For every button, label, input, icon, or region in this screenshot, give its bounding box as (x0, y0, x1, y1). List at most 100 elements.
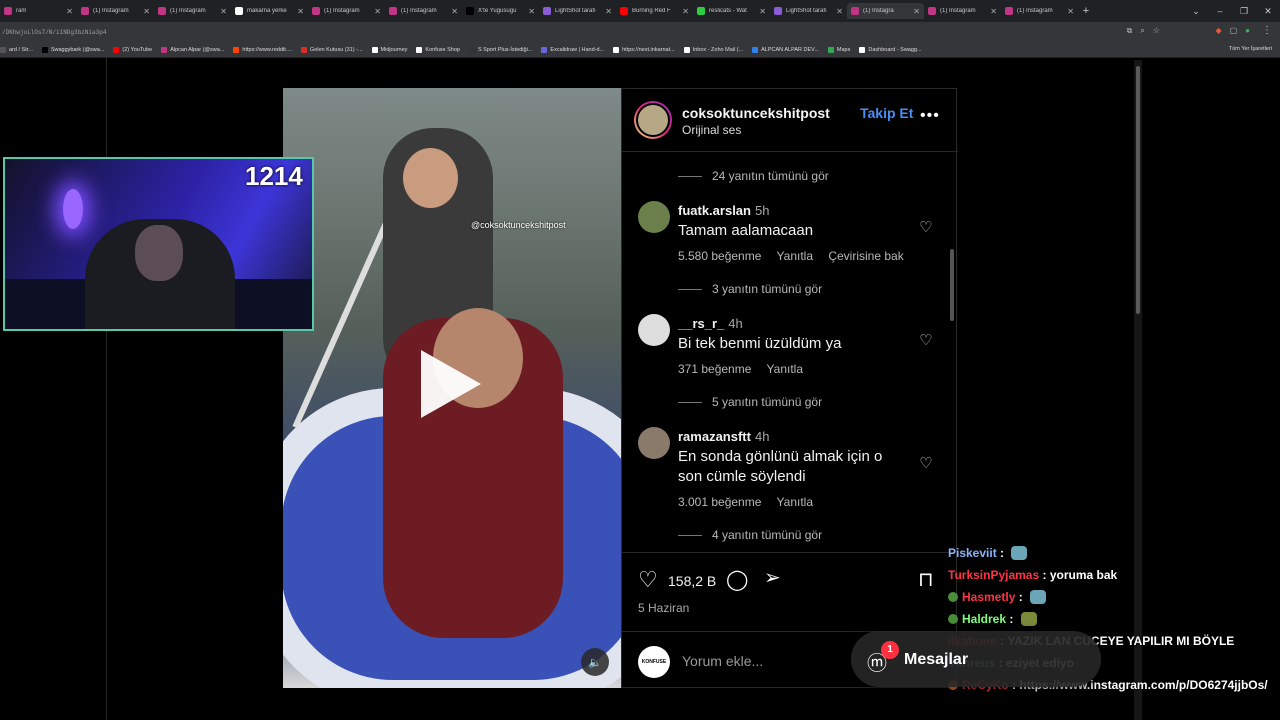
tab-close-icon[interactable]: ✕ (451, 7, 458, 16)
chat-username[interactable]: Hasmetly (962, 590, 1015, 604)
bookmark-item[interactable]: Swaggybark (@swa... (41, 46, 104, 53)
tab-close-icon[interactable]: ✕ (66, 7, 73, 16)
mute-button[interactable]: 🔈 (581, 648, 609, 676)
bookmark-item[interactable]: S Sport Plus-İstediği... (468, 46, 532, 53)
reply-button[interactable]: Yanıtla (777, 249, 813, 263)
view-replies[interactable]: 3 yanıtın tümünü gör (678, 282, 822, 296)
bookmark-item[interactable]: Midjourney (371, 46, 407, 53)
url-field[interactable]: /DKhwjoLlOs7/N/i1NDg3bzNia3p4 (0, 29, 300, 36)
bookmark-item[interactable]: (2) YouTube (113, 46, 152, 53)
browser-tab[interactable]: (1) Instagram ✕ (77, 3, 154, 19)
like-heart-icon[interactable]: ♡ (638, 567, 658, 593)
view-replies[interactable]: 4 yanıtın tümünü gör (678, 528, 822, 542)
reply-button[interactable]: Yanıtla (777, 495, 813, 509)
bookmark-favicon-icon (371, 46, 378, 53)
puzzle-icon[interactable]: ▢ (1230, 26, 1238, 35)
browser-tab[interactable]: (1) Instagram ✕ (154, 3, 231, 19)
reply-button[interactable]: Yanıtla (767, 362, 803, 376)
browser-tab[interactable]: (1) Instagra ✕ (847, 3, 924, 19)
close-window-button[interactable]: ✕ (1256, 6, 1280, 17)
extension-icon[interactable]: ◆ (1215, 26, 1221, 35)
follow-button[interactable]: Takip Et (860, 105, 913, 121)
comments-scrollbar[interactable] (950, 249, 954, 321)
view-replies[interactable]: 24 yanıtın tümünü gör (678, 169, 829, 183)
comment-username[interactable]: ramazansftt (678, 429, 751, 444)
tab-close-icon[interactable]: ✕ (297, 7, 304, 16)
translate-button[interactable]: Çevirisine bak (828, 249, 903, 263)
more-options-icon[interactable]: ••• (920, 107, 940, 125)
view-replies[interactable]: 5 yanıtın tümünü gör (678, 395, 822, 409)
tab-close-icon[interactable]: ✕ (528, 7, 535, 16)
bookmark-item[interactable]: Konfuse Shop (416, 46, 460, 53)
browser-tab[interactable]: LightShot tarafı ✕ (770, 3, 847, 19)
browser-tab[interactable]: ram ✕ (0, 3, 77, 19)
tab-close-icon[interactable]: ✕ (374, 7, 381, 16)
new-tab-button[interactable]: + (1078, 5, 1094, 17)
profile-icon[interactable]: ● (1245, 26, 1250, 35)
tab-close-icon[interactable]: ✕ (220, 7, 227, 16)
comment-likes[interactable]: 3.001 beğenme (678, 495, 761, 509)
browser-tab[interactable]: (1) Instagram ✕ (1001, 3, 1078, 19)
all-bookmarks[interactable]: Tüm Yer İşaretleri (1229, 46, 1272, 52)
comment-avatar[interactable] (638, 201, 670, 233)
browser-tab[interactable]: makarna yerke ✕ (231, 3, 308, 19)
zoom-icon[interactable]: ⌕ (1140, 26, 1144, 36)
bookmark-item[interactable]: Maps (827, 46, 850, 53)
comment-likes[interactable]: 371 beğenme (678, 362, 751, 376)
tab-close-icon[interactable]: ✕ (759, 7, 766, 16)
bookmark-star-icon[interactable]: ☆ (1153, 26, 1160, 36)
tab-close-icon[interactable]: ✕ (836, 7, 843, 16)
comment-like-icon[interactable]: ♡ (917, 332, 935, 350)
like-count[interactable]: 158,2 B (668, 573, 716, 589)
messages-button[interactable]: ⓜ 1 Mesajlar (851, 631, 1101, 687)
bookmark-item[interactable]: ALPCAN ALPAR DEV... (752, 46, 819, 53)
comment: ramazansftt 4h En sonda gönlünü almak içi… (638, 427, 938, 509)
tab-close-icon[interactable]: ✕ (682, 7, 689, 16)
browser-menu-icon[interactable]: ⋮ (1262, 25, 1272, 36)
bookmark-item[interactable]: Gelen Kutusu (31) -... (300, 46, 363, 53)
install-icon[interactable]: ⧉ (1127, 26, 1133, 36)
comment-likes[interactable]: 5.580 beğenme (678, 249, 761, 263)
audio-label[interactable]: Orijinal ses (682, 123, 741, 137)
comment-username[interactable]: __rs_r_ (678, 316, 724, 331)
browser-tab[interactable]: (1) Instagram ✕ (308, 3, 385, 19)
bookmark-item[interactable]: Alpcan Alpar (@swa... (161, 46, 224, 53)
chat-username[interactable]: Piskeviit (948, 546, 997, 560)
browser-tab[interactable]: reslicats - Wat ✕ (693, 3, 770, 19)
bookmark-item[interactable]: Dashboard - Swagg... (859, 46, 922, 53)
chat-username[interactable]: TurksinPyjamas (948, 568, 1039, 582)
tab-close-icon[interactable]: ✕ (990, 7, 997, 16)
bookmark-item[interactable]: https://next.inkarnat... (613, 46, 675, 53)
tab-close-icon[interactable]: ✕ (1067, 7, 1074, 16)
author-username[interactable]: coksoktuncekshitpost (682, 105, 830, 121)
bookmark-item[interactable]: Inbox - Zoho Mail (... (683, 46, 743, 53)
tab-close-icon[interactable]: ✕ (913, 7, 920, 16)
play-icon[interactable] (421, 350, 481, 418)
share-send-icon[interactable]: ➢ (764, 565, 781, 590)
tab-close-icon[interactable]: ✕ (605, 7, 612, 16)
comment-like-icon[interactable]: ♡ (917, 455, 935, 473)
browser-tab[interactable]: X'te Yugusugu ✕ (462, 3, 539, 19)
tab-close-icon[interactable]: ✕ (143, 7, 150, 16)
comment-bubble-icon[interactable]: ◯ (726, 567, 748, 592)
comment-username[interactable]: fuatk.arslan (678, 203, 751, 218)
comment-avatar[interactable] (638, 314, 670, 346)
author-avatar[interactable] (634, 101, 672, 139)
comment-avatar[interactable] (638, 427, 670, 459)
bookmark-item[interactable]: Excalidraw | Hand-d... (541, 46, 604, 53)
reply-dash (678, 401, 702, 403)
reel-video[interactable]: @coksoktuncekshitpost 🔈 (283, 88, 621, 688)
browser-tab[interactable]: (1) Instagram ✕ (924, 3, 1001, 19)
browser-tab[interactable]: LightShot tarafı ✕ (539, 3, 616, 19)
bookmark-item[interactable]: https://www.reddit.... (233, 46, 292, 53)
comment-like-icon[interactable]: ♡ (917, 219, 935, 237)
browser-tab[interactable]: Burning Red F ✕ (616, 3, 693, 19)
restore-button[interactable]: ❐ (1232, 6, 1256, 17)
minimize-button[interactable]: – (1208, 6, 1232, 16)
chat-username[interactable]: Haldrek (962, 612, 1006, 626)
scrollbar-thumb[interactable] (1136, 66, 1140, 314)
tab-search-icon[interactable]: ⌄ (1184, 6, 1208, 17)
bookmark-item[interactable]: ard / Str... (0, 46, 33, 53)
bookmark-save-icon[interactable]: ⊓ (918, 567, 934, 592)
browser-tab[interactable]: (1) Instagram ✕ (385, 3, 462, 19)
